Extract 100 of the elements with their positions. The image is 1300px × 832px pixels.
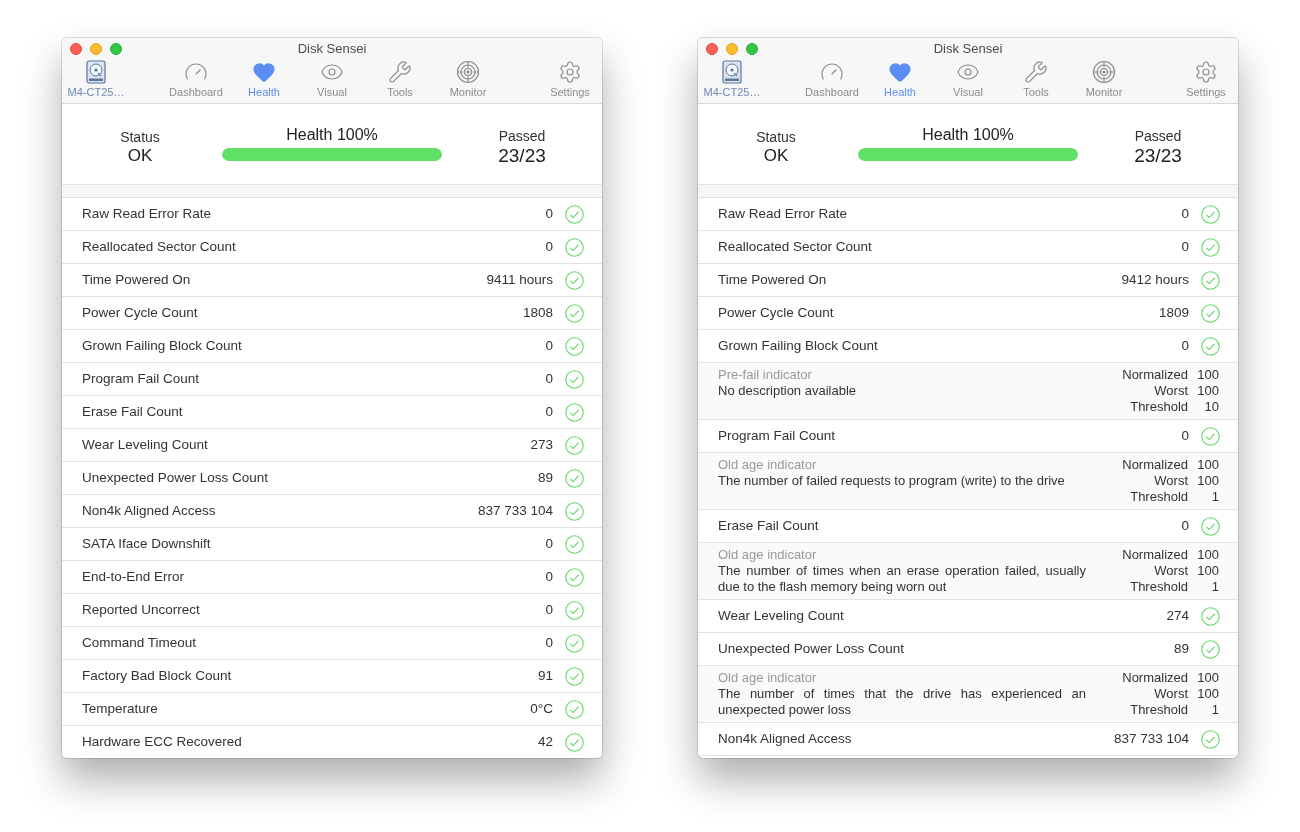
attribute-name: Power Cycle Count	[82, 303, 199, 322]
stat-label: Normalized	[1122, 547, 1188, 563]
attribute-value: 9411 hours	[486, 270, 553, 289]
attribute-name: Temperature	[82, 699, 159, 718]
hard-drive-icon	[722, 59, 742, 84]
attribute-value: 0	[545, 369, 553, 388]
stat-label: Normalized	[1122, 367, 1188, 383]
stat-value: 100	[1196, 547, 1219, 563]
status-label: Status	[120, 128, 160, 146]
attribute-value: 274	[1166, 606, 1189, 625]
attribute-name: End-to-End Error	[82, 567, 186, 586]
attribute-value: 0°C	[530, 699, 553, 718]
attribute-value: 0	[545, 402, 553, 421]
settings-button[interactable]: Settings	[538, 59, 602, 99]
attribute-value: 1809	[1158, 303, 1189, 322]
stat-label: Normalized	[1122, 457, 1188, 473]
attribute-value: 0	[1181, 237, 1189, 256]
attribute-name: Erase Fail Count	[718, 516, 820, 535]
stat-value: 100	[1196, 457, 1219, 473]
attribute-value: 837 733 104	[1113, 729, 1189, 748]
attribute-value: 0	[545, 336, 553, 355]
attribute-value: 89	[537, 468, 553, 487]
attribute-value: 91	[537, 666, 553, 685]
stat-label: Normalized	[1122, 670, 1188, 686]
attribute-name: Reported Uncorrect	[82, 600, 201, 619]
attribute-value: 0	[1181, 336, 1189, 355]
stat-value: 100	[1196, 563, 1219, 579]
toolbar-tab[interactable]: Tools	[1002, 59, 1070, 99]
passed-count: 23/23	[498, 145, 546, 167]
attribute-name: Non4k Aligned Access	[718, 729, 853, 748]
status-value: OK	[763, 146, 789, 166]
toolbar-tab[interactable]: Dashboard	[798, 59, 866, 99]
drive-selector[interactable]: M4-CT25…	[698, 59, 766, 99]
target-icon	[456, 59, 480, 84]
minimize-button[interactable]	[726, 42, 738, 55]
zoom-button[interactable]	[110, 42, 122, 55]
target-icon	[1092, 59, 1116, 84]
indicator-type: Pre-fail indicator	[718, 367, 813, 383]
health-label: Health 100%	[922, 126, 1014, 144]
stat-label: Worst	[1153, 686, 1188, 702]
attribute-name: Time Powered On	[718, 270, 828, 289]
attribute-description: The number of failed requests to program (write) to the drive	[718, 473, 1066, 489]
attribute-value: 0	[1181, 204, 1189, 223]
stat-label: Threshold	[1129, 399, 1188, 415]
attribute-name: Reallocated Sector Count	[718, 237, 873, 256]
attribute-value: 273	[530, 435, 553, 454]
attribute-value: 0	[1181, 516, 1189, 535]
toolbar-tab[interactable]: Visual	[298, 59, 366, 99]
attribute-value: 837 733 104	[477, 501, 553, 520]
attribute-name: Reallocated Sector Count	[82, 237, 237, 256]
stat-label: Threshold	[1129, 489, 1188, 505]
stat-value: 1	[1210, 702, 1219, 718]
attribute-value: 0	[1181, 426, 1189, 445]
indicator-type: Old age indicator	[718, 457, 818, 473]
toolbar-tab[interactable]: Monitor	[434, 59, 502, 99]
attribute-name: Factory Bad Block Count	[82, 666, 233, 685]
window-title: Disk Sensei	[297, 40, 367, 59]
wrench-icon	[388, 59, 412, 84]
indicator-type: Old age indicator	[718, 547, 818, 563]
stat-value: 100	[1196, 686, 1219, 702]
attribute-value: 0	[545, 534, 553, 553]
passed-label: Passed	[498, 127, 546, 145]
attribute-value: 0	[545, 237, 553, 256]
status-value: OK	[127, 146, 153, 166]
attribute-name: Grown Failing Block Count	[718, 336, 879, 355]
stat-value: 100	[1196, 473, 1219, 489]
minimize-button[interactable]	[90, 42, 102, 55]
settings-icon	[558, 59, 582, 84]
toolbar-tab[interactable]: Visual	[934, 59, 1002, 99]
attribute-name: Wear Leveling Count	[82, 435, 209, 454]
close-button[interactable]	[70, 42, 82, 55]
attribute-value: 0	[545, 600, 553, 619]
attribute-value: 0	[545, 633, 553, 652]
attribute-name: SATA Iface Downshift	[82, 534, 212, 553]
attribute-name: Command Timeout	[82, 633, 198, 652]
attribute-name: Unexpected Power Loss Count	[718, 639, 906, 658]
settings-icon	[1194, 59, 1218, 84]
settings-button[interactable]: Settings	[1174, 59, 1238, 99]
stat-value: 1	[1210, 489, 1219, 505]
close-button[interactable]	[706, 42, 718, 55]
attribute-value: 42	[537, 732, 553, 751]
window-title: Disk Sensei	[933, 40, 1003, 59]
toolbar-tab[interactable]: Health	[866, 59, 934, 99]
toolbar-tab[interactable]: Monitor	[1070, 59, 1138, 99]
attribute-value: 9412 hours	[1121, 270, 1189, 289]
toolbar-tab[interactable]: Tools	[366, 59, 434, 99]
zoom-button[interactable]	[746, 42, 758, 55]
stat-label: Threshold	[1129, 579, 1188, 595]
passed-label: Passed	[1134, 127, 1182, 145]
attribute-name: Time Powered On	[82, 270, 192, 289]
health-label: Health 100%	[286, 126, 378, 144]
attribute-name: Raw Read Error Rate	[82, 204, 213, 223]
attribute-value: 0	[545, 204, 553, 223]
indicator-type: Old age indicator	[718, 670, 818, 686]
drive-selector[interactable]: M4-CT25…	[62, 59, 130, 99]
toolbar-tab[interactable]: Dashboard	[162, 59, 230, 99]
toolbar-tab[interactable]: Health	[230, 59, 298, 99]
passed-count: 23/23	[1134, 145, 1182, 167]
stat-value: 100	[1196, 383, 1219, 399]
stat-value: 100	[1196, 367, 1219, 383]
